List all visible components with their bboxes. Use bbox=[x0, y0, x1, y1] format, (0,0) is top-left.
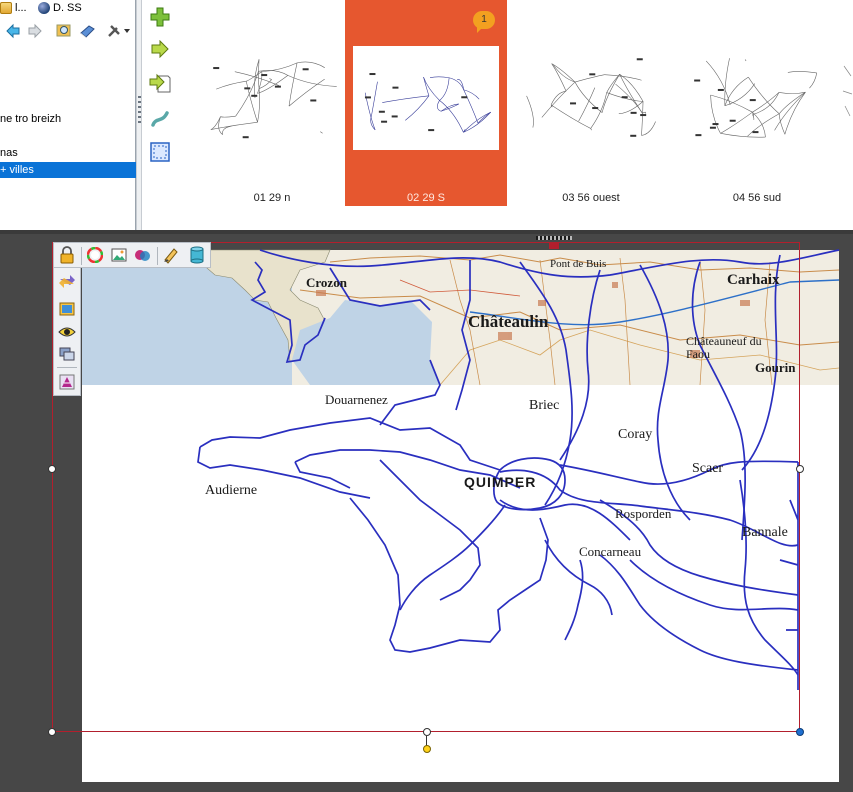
color-wheel-icon bbox=[87, 247, 103, 263]
picture-icon bbox=[59, 302, 75, 316]
data-button[interactable] bbox=[186, 244, 208, 266]
text-frame-button[interactable] bbox=[56, 371, 78, 393]
map-drawing[interactable]: Crozon Pont de Buis Carhaix Châteaulin C… bbox=[0, 0, 853, 792]
object-palette-top bbox=[53, 242, 211, 268]
map-label-rosporden: Rosporden bbox=[615, 506, 672, 521]
blend-button[interactable] bbox=[132, 244, 154, 266]
picture-button[interactable] bbox=[56, 298, 78, 320]
resize-handle-bottom[interactable] bbox=[423, 728, 431, 736]
visibility-button[interactable] bbox=[56, 321, 78, 343]
map-label-faou: Faou bbox=[686, 347, 710, 361]
map-label-chateaulin: Châteaulin bbox=[468, 312, 549, 331]
rotate-handle[interactable] bbox=[423, 745, 431, 753]
image-button[interactable] bbox=[108, 244, 130, 266]
eye-icon bbox=[58, 327, 76, 337]
map-label-briec: Briec bbox=[529, 398, 559, 413]
base-map-image bbox=[81, 249, 840, 386]
map-label-quimper: QUIMPER bbox=[464, 474, 536, 490]
map-label-audierne: Audierne bbox=[205, 483, 257, 498]
map-label-pont-de-buis: Pont de Buis bbox=[550, 258, 606, 270]
map-label-crozon: Crozon bbox=[306, 275, 348, 290]
resize-handle-left[interactable] bbox=[48, 465, 56, 473]
swap-arrows-icon bbox=[59, 275, 75, 288]
edit-button[interactable] bbox=[160, 244, 182, 266]
color-button[interactable] bbox=[84, 244, 106, 266]
map-label-gourin: Gourin bbox=[755, 360, 796, 375]
pencil-eraser-icon bbox=[164, 248, 178, 264]
lock-icon bbox=[60, 246, 74, 264]
resize-handle-right[interactable] bbox=[796, 465, 804, 473]
top-anchor-marker[interactable] bbox=[549, 243, 559, 249]
resize-handle-bottom-right[interactable] bbox=[796, 728, 804, 736]
map-label-concarneau: Concarneau bbox=[579, 544, 642, 559]
lock-button[interactable] bbox=[56, 244, 78, 266]
map-label-coray: Coray bbox=[618, 427, 652, 442]
database-icon bbox=[190, 246, 204, 264]
map-label-bannale: Bannale bbox=[742, 525, 788, 540]
map-label-carhaix: Carhaix bbox=[727, 272, 780, 288]
layers-icon bbox=[59, 347, 75, 361]
swap-button[interactable] bbox=[56, 270, 78, 292]
object-palette-left bbox=[53, 268, 81, 396]
image-icon bbox=[111, 248, 127, 262]
map-label-scaer: Scaer bbox=[692, 461, 723, 476]
color-overlap-icon bbox=[135, 250, 150, 261]
map-label-chateauneuf-du: Châteauneuf du bbox=[686, 334, 762, 348]
text-frame-icon bbox=[59, 374, 75, 390]
layers-button[interactable] bbox=[56, 343, 78, 365]
resize-handle-bottom-left[interactable] bbox=[48, 728, 56, 736]
map-label-douarnenez: Douarnenez bbox=[325, 392, 388, 407]
